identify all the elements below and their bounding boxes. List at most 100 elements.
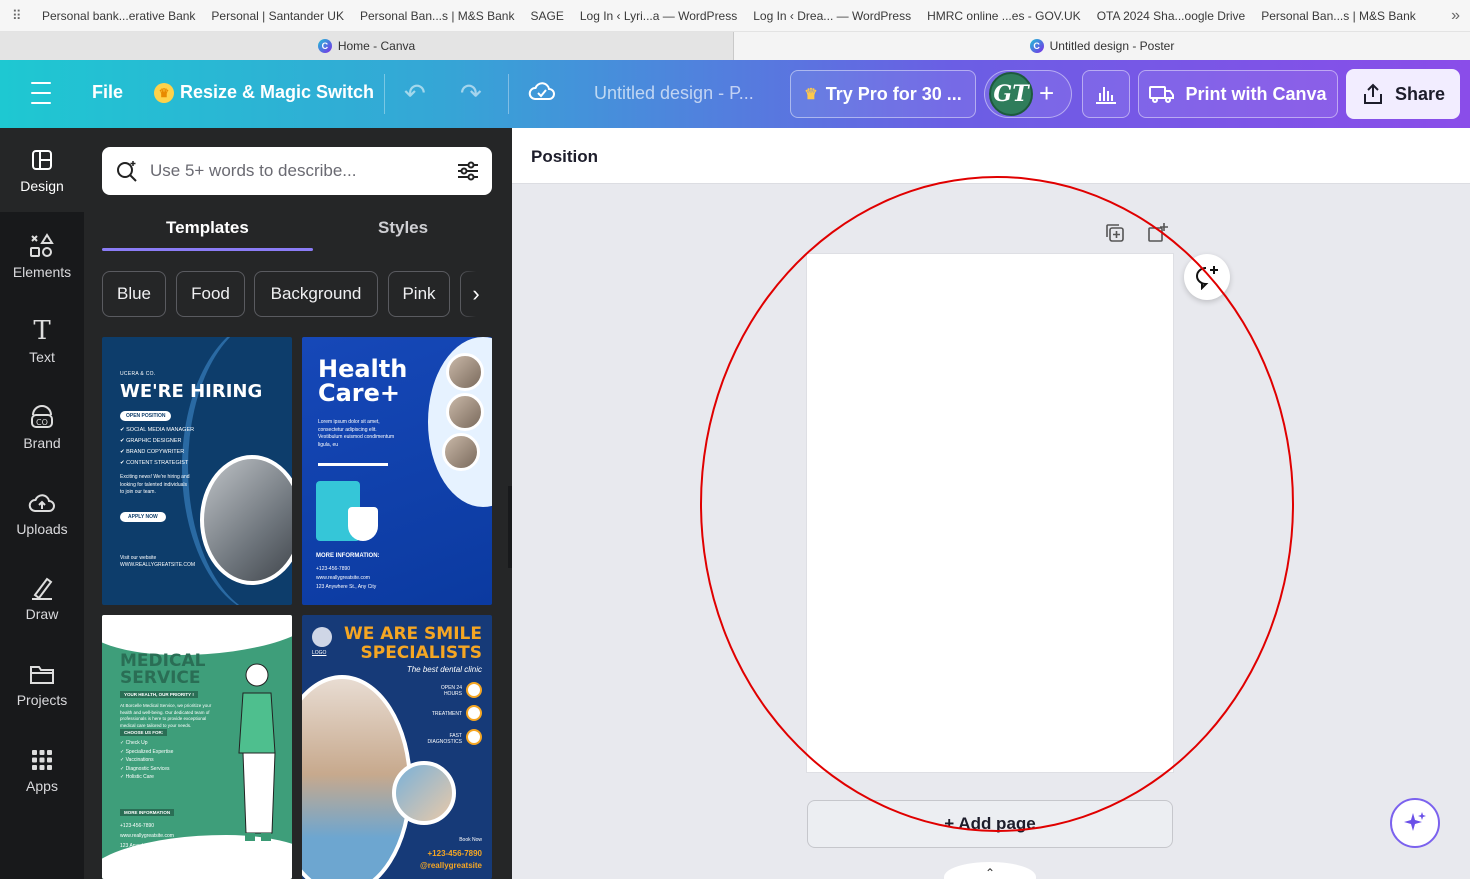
redo-icon[interactable]: ↷ [460,78,482,109]
rail-label: Design [20,178,64,194]
rail-item-brand[interactable]: CO Brand [0,385,84,469]
doctor-photo [446,353,484,391]
chip-blue[interactable]: Blue [102,271,166,317]
service-item: Holistic Care [120,773,173,782]
try-pro-button[interactable]: ♛ Try Pro for 30 ... [790,70,976,118]
rail-item-design[interactable]: Design [0,128,84,212]
title-line: Care+ [318,379,401,407]
template-card-healthcare[interactable]: Health Care+ Lorem ipsum dolor sit amet, … [302,337,492,605]
search-input[interactable]: Use 5+ words to describe... [150,161,356,181]
nurse-illustration [238,663,276,841]
divider [318,463,388,466]
template-body: At Borcelle Medical Service, we prioriti… [120,703,212,728]
template-body: Exciting news! We're hiring and looking … [120,474,190,495]
title-line: SERVICE [120,668,201,688]
hamburger-menu-icon[interactable] [30,82,52,104]
tab-untitled-design[interactable]: C Untitled design - Poster [734,32,1470,60]
bar-chart-icon [1096,87,1116,104]
add-comment-button[interactable] [1184,254,1230,300]
chips-next-arrow-icon[interactable]: › [460,271,492,317]
crown-icon: ♛ [804,86,818,103]
magic-assistant-button[interactable] [1390,798,1440,848]
bookmark[interactable]: Personal | Santander UK [211,9,344,23]
contact-line: 123 Anywhere St., Any City [316,584,377,590]
chip-background[interactable]: Background [254,271,378,317]
rail-item-draw[interactable]: Draw [0,556,84,640]
print-label: Print with Canva [1185,83,1327,104]
clock-icon [466,682,482,698]
cloud-saved-icon[interactable] [528,80,556,102]
undo-icon[interactable]: ↶ [404,78,426,109]
bookmark[interactable]: Log In ‹ Drea... — WordPress [753,9,911,23]
template-phone: +123-456-7890 [427,849,483,858]
chevron-up-icon: ⌃ [984,866,996,879]
bookmarks-bar: ⠿ Personal bank...erative Bank Personal … [0,0,1470,32]
bookmark[interactable]: Personal bank...erative Bank [42,9,195,23]
apps-grid-icon [31,746,53,774]
bookmark[interactable]: OTA 2024 Sha...oogle Drive [1097,9,1246,23]
tab-styles[interactable]: Styles [378,218,428,238]
rail-item-projects[interactable]: Projects [0,642,84,726]
bookmark[interactable]: Personal Ban...s | M&S Bank [360,9,515,23]
avatar[interactable]: GT [989,72,1033,116]
service-item: Diagnostic Services [120,765,173,774]
apps-grid-icon[interactable]: ⠿ [12,8,28,24]
tab-templates[interactable]: Templates [166,218,249,238]
browser-tabs: C Home - Canva C Untitled design - Poste… [0,32,1470,60]
chip-food[interactable]: Food [176,271,245,317]
contact-line: +123-456-7890 [316,566,351,572]
context-toolbar: Position [512,128,1470,184]
template-tag: YOUR HEALTH, OUR PRIORITY ! [120,691,198,698]
template-card-hiring[interactable]: UCERA & CO. WE'RE HIRING OPEN POSITION S… [102,337,292,605]
magic-search-icon [117,161,137,182]
rail-item-apps[interactable]: Apps [0,728,84,812]
share-upload-icon [1363,83,1382,104]
invite-plus-icon[interactable]: + [1039,78,1054,109]
duplicate-page-icon[interactable] [1104,222,1126,249]
share-button[interactable]: Share [1346,69,1460,119]
crown-icon: ♛ [154,82,174,103]
template-tag: CHOOSE US FOR: [120,729,168,736]
rail-item-elements[interactable]: Elements [0,214,84,298]
role-item: CONTENT STRATEGIST [120,458,194,469]
add-page-icon[interactable] [1146,222,1168,249]
heart-icon [466,729,482,745]
rail-item-text[interactable]: T Text [0,299,84,383]
rail-label: Brand [23,435,61,451]
title-line: SPECIALISTS [360,643,482,663]
role-item: SOCIAL MEDIA MANAGER [120,425,194,436]
filter-sliders-icon[interactable] [456,159,480,188]
share-label: Share [1394,83,1446,104]
template-services: Check Up Specialized Expertise Vaccinati… [120,739,174,782]
rail-label: Projects [16,692,68,708]
resize-magic-switch-button[interactable]: ♛ Resize & Magic Switch [154,82,374,103]
bookmark[interactable]: Log In ‹ Lyri...a — WordPress [580,9,737,23]
more-bookmarks-icon[interactable]: » [1451,7,1460,25]
design-page[interactable] [807,254,1173,772]
template-search[interactable]: Use 5+ words to describe... [102,147,492,195]
template-brand: UCERA & CO. [120,371,156,377]
template-subtitle: The best dental clinic [406,665,482,674]
add-page-button[interactable]: + Add page [807,800,1173,848]
template-contact: +123-456-7890 www.reallygreatsite.com 12… [120,821,180,851]
template-card-medical[interactable]: MEDICAL SERVICE YOUR HEALTH, OUR PRIORITY… [102,615,292,879]
feature-label: FAST DIAGNOSTICS [427,733,462,745]
chip-pink[interactable]: Pink [388,271,450,317]
template-body: Lorem ipsum dolor sit amet, consectetur … [318,419,395,448]
template-card-dental[interactable]: LOGO WE ARE SMILE SPECIALISTS The best de… [302,615,492,879]
tab-home[interactable]: C Home - Canva [0,32,734,60]
file-menu[interactable]: File [92,82,123,103]
insights-button[interactable] [1082,70,1130,118]
template-title: MEDICAL SERVICE [120,653,205,687]
template-cta: APPLY NOW [120,512,166,522]
bookmark[interactable]: HMRC online ...es - GOV.UK [927,9,1081,23]
bookmark[interactable]: SAGE [530,9,563,23]
rail-item-uploads[interactable]: Uploads [0,471,84,555]
position-button[interactable]: Position [531,147,598,167]
bookmark[interactable]: Personal Ban...s | M&S Bank [1261,9,1416,23]
design-title[interactable]: Untitled design - P... [594,83,754,104]
patient-photo [392,761,456,825]
doctor-photo [446,393,484,431]
show-pages-toggle[interactable]: ⌃ [944,862,1036,879]
print-with-canva-button[interactable]: Print with Canva [1138,70,1338,118]
